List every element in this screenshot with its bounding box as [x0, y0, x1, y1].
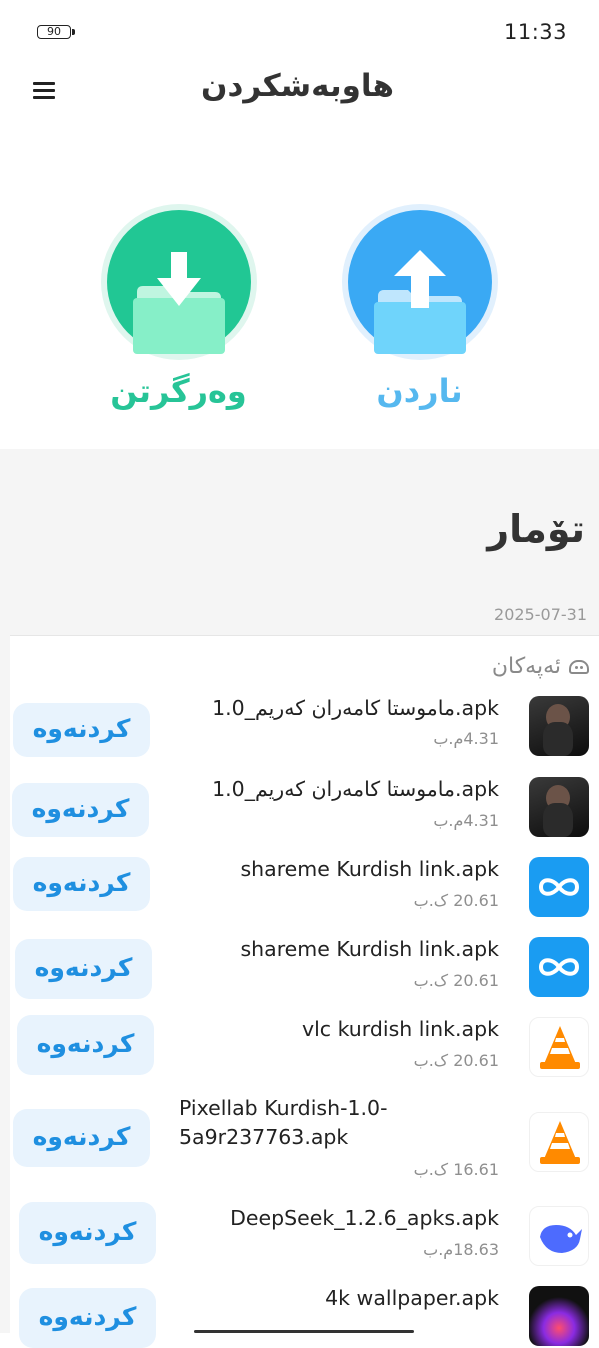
history-card: ئەپەکان ماموستا کامەران کەریم_1.0.apk 4.…	[10, 635, 599, 1348]
file-size: 18.63م.ب	[423, 1240, 499, 1259]
file-size: 20.61 ک.ب	[413, 1051, 499, 1070]
android-icon	[569, 659, 589, 674]
file-name: Pixellab Kurdish-1.0-5a9r237763.apk	[179, 1096, 388, 1149]
status-time: 11:33	[503, 20, 567, 44]
kameran-karim-avatar-icon	[529, 696, 589, 756]
upload-folder-icon	[373, 250, 466, 354]
history-date: 2025-07-31	[494, 605, 587, 624]
open-button[interactable]: کردنەوە	[19, 1288, 156, 1348]
file-name: ماموستا کامەران کەریم_1.0.apk	[212, 777, 499, 801]
category-header: ئەپەکان	[492, 654, 589, 679]
receive-circle[interactable]	[106, 210, 251, 354]
vlc-cone-icon	[529, 1017, 589, 1077]
deepseek-whale-icon	[529, 1206, 589, 1266]
download-folder-icon	[132, 252, 225, 354]
receive-label: وەرگرتن	[110, 372, 247, 410]
file-size: 16.61 ک.ب	[413, 1160, 499, 1179]
open-button[interactable]: کردنەوە	[19, 1202, 156, 1264]
kameran-karim-avatar-icon	[529, 777, 589, 837]
open-button[interactable]: کردنەوە	[13, 857, 150, 911]
file-name: 4k wallpaper.apk	[325, 1286, 499, 1310]
shareme-icon	[529, 857, 589, 917]
battery-level: 90	[47, 25, 61, 38]
file-size: 4.31م.ب	[433, 811, 499, 830]
file-name: vlc kurdish link.apk	[301, 1017, 499, 1041]
status-bar: 90 11:33	[0, 0, 599, 60]
file-size: 20.61 ک.ب	[413, 971, 499, 990]
open-button[interactable]: کردنەوە	[17, 1015, 154, 1075]
wallpaper-app-icon	[529, 1286, 589, 1346]
file-name: shareme Kurdish link.apk	[240, 857, 499, 881]
send-circle[interactable]	[347, 210, 492, 354]
battery-icon: 90	[37, 25, 75, 39]
vlc-cone-icon	[529, 1112, 589, 1172]
file-name: shareme Kurdish link.apk	[240, 937, 499, 961]
category-label: ئەپەکان	[491, 654, 561, 679]
file-name: DeepSeek_1.2.6_apks.apk	[230, 1206, 499, 1230]
file-size: 4.31م.ب	[433, 729, 499, 748]
file-name: ماموستا کامەران کەریم_1.0.apk	[212, 696, 499, 720]
open-button[interactable]: کردنەوە	[13, 703, 150, 757]
app-header: هاوبەشکردن	[0, 60, 599, 120]
history-section: تۆمار 2025-07-31 ئەپەکان ماموستا کامەران…	[0, 449, 599, 1348]
open-button[interactable]: کردنەوە	[15, 939, 152, 999]
shareme-icon	[529, 937, 589, 997]
open-button[interactable]: کردنەوە	[12, 783, 149, 837]
receive-button[interactable]: وەرگرتن	[106, 210, 251, 410]
send-button[interactable]: ناردن	[347, 210, 492, 410]
send-label: ناردن	[376, 372, 463, 410]
history-title: تۆمار	[487, 507, 585, 551]
page-title: هاوبەشکردن	[200, 68, 394, 104]
open-button[interactable]: کردنەوە	[13, 1109, 150, 1167]
file-size: 20.61 ک.ب	[413, 891, 499, 910]
